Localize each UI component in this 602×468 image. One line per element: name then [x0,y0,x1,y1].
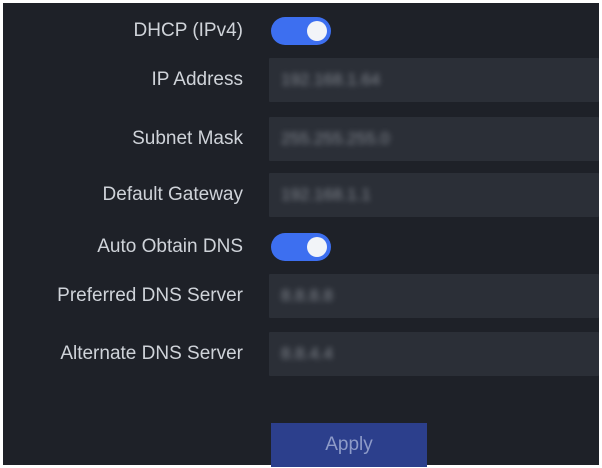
alternate-dns-label: Alternate DNS Server [60,343,243,364]
alternate-dns-row: Alternate DNS Server 8.8.4.4 [3,332,602,376]
auto-obtain-dns-label: Auto Obtain DNS [97,236,243,257]
alternate-dns-field[interactable]: 8.8.4.4 [269,332,599,376]
default-gateway-label: Default Gateway [102,184,243,205]
preferred-dns-field[interactable]: 8.8.8.8 [269,274,599,318]
subnet-mask-row: Subnet Mask 255.255.255.0 [3,117,602,161]
preferred-dns-value: 8.8.8.8 [281,286,333,305]
dhcp-toggle-knob [307,21,327,41]
network-settings-panel: DHCP (IPv4) IP Address 192.168.1.64 Subn… [0,0,602,468]
alternate-dns-value: 8.8.4.4 [281,344,333,363]
default-gateway-value: 192.168.1.1 [281,185,371,204]
subnet-mask-label: Subnet Mask [132,128,243,149]
dhcp-label: DHCP (IPv4) [133,20,243,41]
dhcp-row: DHCP (IPv4) [3,9,602,53]
preferred-dns-row: Preferred DNS Server 8.8.8.8 [3,274,602,318]
dhcp-toggle[interactable] [271,17,331,45]
auto-obtain-dns-row: Auto Obtain DNS [3,225,602,269]
auto-obtain-dns-toggle[interactable] [271,233,331,261]
ip-address-row: IP Address 192.168.1.64 [3,58,602,102]
ip-address-label: IP Address [151,69,243,90]
apply-button[interactable]: Apply [271,423,427,467]
subnet-mask-value: 255.255.255.0 [281,129,390,148]
preferred-dns-label: Preferred DNS Server [57,285,243,306]
default-gateway-row: Default Gateway 192.168.1.1 [3,173,602,217]
ip-address-value: 192.168.1.64 [281,70,381,89]
subnet-mask-field[interactable]: 255.255.255.0 [269,117,599,161]
default-gateway-field[interactable]: 192.168.1.1 [269,173,599,217]
auto-obtain-dns-toggle-knob [307,237,327,257]
ip-address-field[interactable]: 192.168.1.64 [269,58,599,102]
